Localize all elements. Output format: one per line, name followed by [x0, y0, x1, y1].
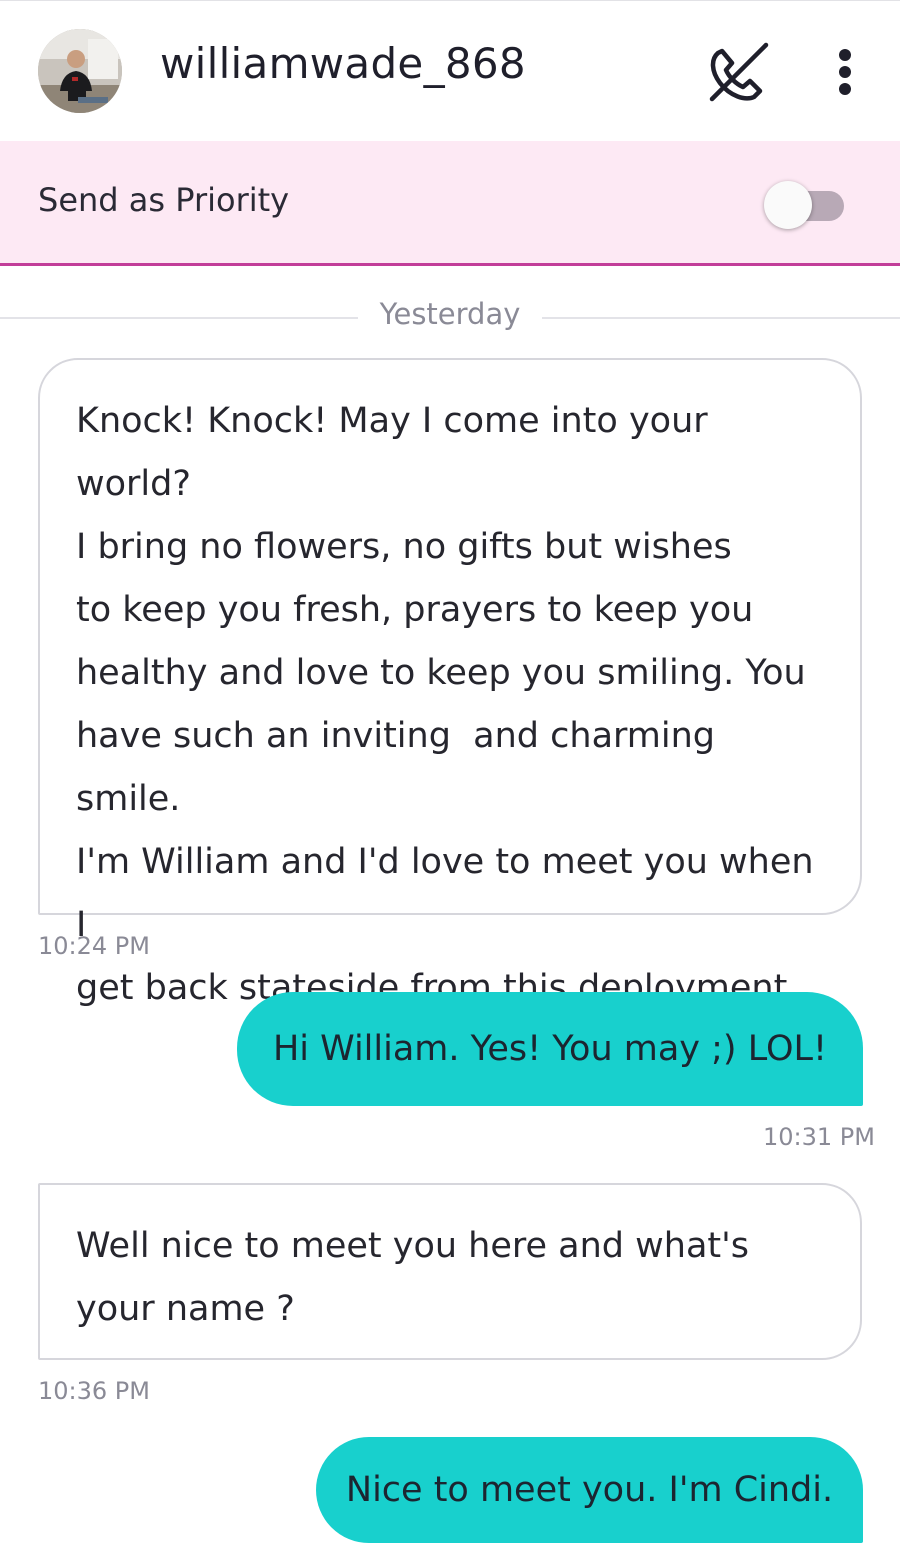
- voice-call-button[interactable]: [704, 39, 774, 105]
- phone-call-icon: [709, 42, 769, 102]
- message-timestamp: 10:36 PM: [38, 1377, 150, 1405]
- more-options-button[interactable]: [826, 43, 864, 101]
- incoming-message-bubble[interactable]: Knock! Knock! May I come into your world…: [38, 358, 862, 1008]
- toggle-knob: [764, 181, 812, 229]
- priority-toggle[interactable]: [762, 177, 846, 229]
- message-timestamp: 10:24 PM: [38, 932, 150, 960]
- contact-username[interactable]: williamwade_868: [160, 39, 526, 88]
- priority-bar: Send as Priority: [0, 141, 900, 266]
- day-divider-line-right: [542, 317, 900, 319]
- chat-header: williamwade_868: [0, 0, 900, 141]
- outgoing-message-bubble[interactable]: Hi William. Yes! You may ;) LOL!: [237, 992, 863, 1106]
- incoming-message-bubble[interactable]: Well nice to meet you here and what's yo…: [38, 1183, 862, 1360]
- more-vertical-icon: [839, 49, 851, 95]
- avatar[interactable]: [38, 29, 122, 113]
- priority-label: Send as Priority: [38, 181, 290, 219]
- message-timestamp: 10:31 PM: [763, 1123, 875, 1151]
- user-photo-icon: [38, 29, 122, 113]
- outgoing-message-bubble[interactable]: Nice to meet you. I'm Cindi.: [316, 1437, 863, 1543]
- day-divider-label: Yesterday: [379, 297, 521, 331]
- day-divider-line-left: [0, 317, 358, 319]
